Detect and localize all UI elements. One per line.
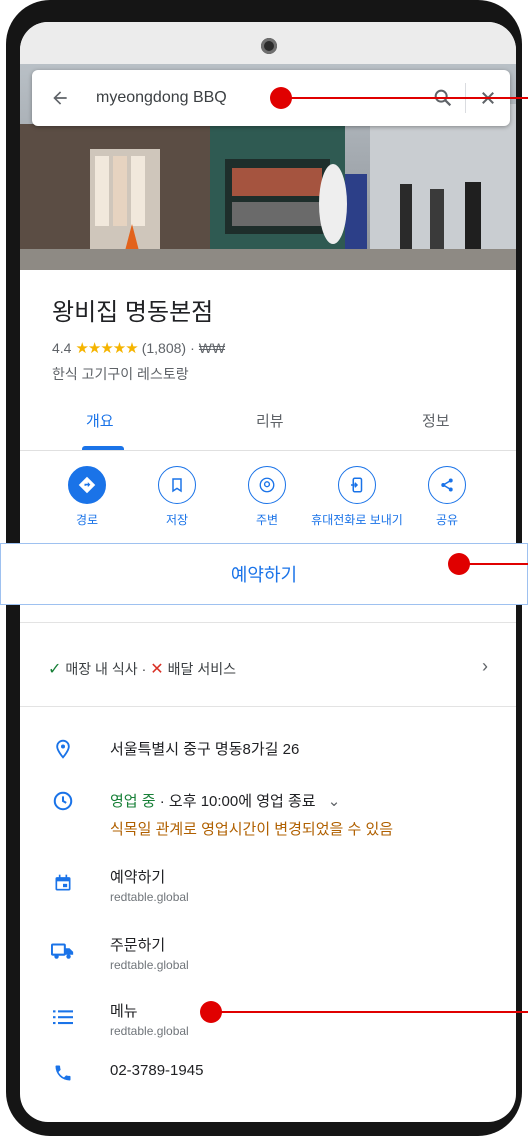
check-icon: ✓ xyxy=(48,661,62,678)
dine-in-label: 매장 내 식사 xyxy=(65,661,138,677)
send-to-phone-button[interactable]: 휴대전화로 보내기 xyxy=(311,466,403,529)
nearby-icon xyxy=(248,466,286,504)
annotation-leader-line xyxy=(466,563,528,565)
chevron-right-icon: › xyxy=(482,656,488,676)
tab-indicator xyxy=(82,446,124,450)
divider xyxy=(20,706,516,707)
annotation-marker xyxy=(270,87,292,109)
order-link-label: 주문하기 xyxy=(110,937,166,954)
send-to-phone-label: 휴대전화로 보내기 xyxy=(311,513,403,527)
service-options-row[interactable]: ✓ 매장 내 식사 · ✕ 배달 서비스 › xyxy=(48,654,498,684)
phone-number: 02-3789-1945 xyxy=(110,1062,204,1079)
back-arrow-icon[interactable] xyxy=(38,70,82,126)
chevron-down-icon[interactable]: ⌄ xyxy=(328,793,341,810)
calendar-icon xyxy=(50,870,76,896)
place-title: 왕비집 명동본점 xyxy=(52,299,214,326)
tab-about[interactable]: 정보 xyxy=(422,410,450,431)
bookmark-icon xyxy=(158,466,196,504)
menu-list-icon xyxy=(50,1004,76,1030)
menu-link-label: 메뉴 xyxy=(110,1003,138,1020)
hours-notice: 식목일 관계로 영업시간이 변경되었을 수 있음 xyxy=(110,821,394,838)
front-camera xyxy=(261,38,277,54)
directions-label: 경로 xyxy=(75,513,99,527)
delivery-truck-icon xyxy=(50,938,76,964)
clock-icon xyxy=(50,788,76,814)
divider xyxy=(20,622,516,623)
tab-bar: 개요 리뷰 정보 xyxy=(20,400,516,451)
star-rating-icon: ★★★★★ xyxy=(75,340,138,357)
phone-frame: myeongdong BBQ 왕비집 명동본점 4.4 ★★★★★ (1,808… xyxy=(0,0,528,1140)
hours-text: 영업 중 · 오후 10:00에 영업 종료 ⌄ xyxy=(110,790,340,811)
location-pin-icon xyxy=(50,736,76,762)
share-label: 공유 xyxy=(435,513,459,527)
price-level: ₩₩ xyxy=(198,340,226,356)
reserve-link-site: redtable.global xyxy=(110,890,189,904)
send-to-phone-icon xyxy=(338,466,376,504)
reserve-link-label: 예약하기 xyxy=(110,869,166,886)
tab-overview[interactable]: 개요 xyxy=(86,410,114,431)
share-icon xyxy=(428,466,466,504)
save-label: 저장 xyxy=(165,513,189,527)
service-separator: · xyxy=(141,661,147,677)
address-text: 서울특별시 중구 명동8가길 26 xyxy=(110,741,300,758)
directions-icon xyxy=(68,466,106,504)
hours-separator: · xyxy=(159,793,165,810)
closing-time: 오후 10:00에 영업 종료 xyxy=(168,793,316,810)
order-link-site: redtable.global xyxy=(110,958,189,972)
rating-row[interactable]: 4.4 ★★★★★ (1,808) · ₩₩ xyxy=(52,339,225,357)
nearby-button[interactable]: 주변 xyxy=(222,466,312,529)
open-status: 영업 중 xyxy=(110,793,156,810)
phone-icon xyxy=(50,1060,76,1086)
nearby-label: 주변 xyxy=(255,513,279,527)
share-button[interactable]: 공유 xyxy=(402,466,492,529)
delivery-label: 배달 서비스 xyxy=(167,661,236,677)
save-button[interactable]: 저장 xyxy=(132,466,222,529)
directions-button[interactable]: 경로 xyxy=(42,466,132,529)
menu-link-site: redtable.global xyxy=(110,1024,189,1038)
tab-reviews[interactable]: 리뷰 xyxy=(256,410,284,431)
rating-value: 4.4 xyxy=(52,340,72,356)
annotation-marker xyxy=(200,1001,222,1023)
price-separator: · xyxy=(190,340,195,356)
cross-icon: ✕ xyxy=(150,661,164,678)
place-category: 한식 고기구이 레스토랑 xyxy=(52,366,189,382)
annotation-leader-line xyxy=(290,97,528,99)
reserve-button[interactable]: 예약하기 xyxy=(0,543,528,605)
review-count[interactable]: (1,808) xyxy=(142,340,186,356)
annotation-leader-line xyxy=(220,1011,528,1013)
